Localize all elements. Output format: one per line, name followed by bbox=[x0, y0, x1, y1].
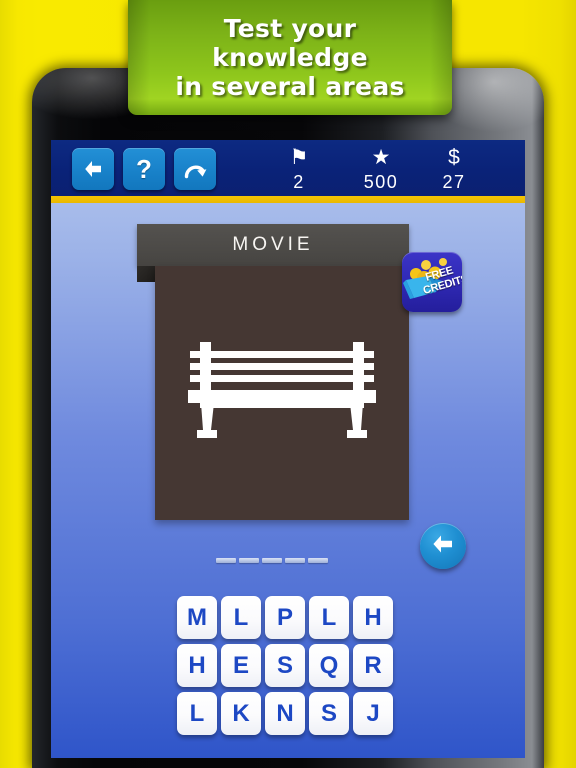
toolbar-accent-divider bbox=[51, 196, 525, 203]
letter-key[interactable]: Q bbox=[309, 644, 349, 687]
promo-shade-left bbox=[128, 0, 150, 115]
key-row: L K N S J bbox=[177, 692, 399, 735]
letter-key[interactable]: L bbox=[177, 692, 217, 735]
letter-key[interactable]: P bbox=[265, 596, 305, 639]
letter-key[interactable]: L bbox=[309, 596, 349, 639]
coin-icon: $ bbox=[448, 146, 460, 169]
promo-banner: Test your knowledge in several areas bbox=[128, 0, 452, 115]
back-button[interactable] bbox=[72, 148, 114, 190]
coin-count: 27 bbox=[442, 172, 466, 192]
letter-key[interactable]: K bbox=[221, 692, 261, 735]
app-screenshot: ? ⚑ 2 ★ 500 $ 27 MOVIE FREE CREDITS M L … bbox=[0, 0, 576, 768]
top-toolbar: ? ⚑ 2 ★ 500 $ 27 bbox=[51, 140, 525, 196]
star-count: 500 bbox=[363, 172, 399, 192]
stat-flags: ⚑ 2 bbox=[264, 146, 334, 193]
stat-coins: $ 27 bbox=[419, 146, 489, 193]
stat-stars: ★ 500 bbox=[346, 146, 416, 193]
coins-box-icon bbox=[402, 258, 462, 312]
redo-arrow-icon bbox=[182, 157, 208, 181]
puzzle-category-header: MOVIE bbox=[137, 224, 409, 266]
letter-key[interactable]: H bbox=[353, 596, 393, 639]
answer-slot[interactable] bbox=[285, 558, 305, 563]
app-screen: ? ⚑ 2 ★ 500 $ 27 MOVIE FREE CREDITS M L … bbox=[51, 140, 525, 758]
letter-keyboard: M L P L H H E S Q R L K N S J bbox=[177, 596, 399, 740]
page-title: MOVIE bbox=[232, 234, 314, 255]
letter-key[interactable]: N bbox=[265, 692, 305, 735]
letter-key[interactable]: S bbox=[309, 692, 349, 735]
question-mark-icon: ? bbox=[136, 154, 152, 184]
answer-slot[interactable] bbox=[262, 558, 282, 563]
letter-key[interactable]: S bbox=[265, 644, 305, 687]
answer-slot[interactable] bbox=[239, 558, 259, 563]
park-bench-icon bbox=[184, 342, 380, 442]
backspace-button[interactable] bbox=[420, 523, 466, 569]
key-row: H E S Q R bbox=[177, 644, 399, 687]
star-icon: ★ bbox=[371, 146, 391, 169]
left-arrow-icon bbox=[430, 532, 456, 561]
answer-slots bbox=[216, 558, 328, 563]
flag-icon: ⚑ bbox=[289, 146, 309, 169]
hint-button[interactable]: ? bbox=[123, 148, 165, 190]
skip-button[interactable] bbox=[174, 148, 216, 190]
left-arrow-icon bbox=[81, 158, 105, 180]
answer-slot[interactable] bbox=[308, 558, 328, 563]
promo-shade-right bbox=[430, 0, 452, 115]
letter-key[interactable]: R bbox=[353, 644, 393, 687]
puzzle-image-panel bbox=[155, 266, 409, 520]
free-credits-button[interactable]: FREE CREDITS bbox=[402, 252, 462, 312]
letter-key[interactable]: L bbox=[221, 596, 261, 639]
promo-banner-text: Test your knowledge in several areas bbox=[175, 14, 405, 101]
key-row: M L P L H bbox=[177, 596, 399, 639]
card-fold-shadow bbox=[137, 266, 155, 282]
letter-key[interactable]: E bbox=[221, 644, 261, 687]
letter-key[interactable]: M bbox=[177, 596, 217, 639]
answer-slot[interactable] bbox=[216, 558, 236, 563]
flag-count: 2 bbox=[293, 172, 305, 192]
letter-key[interactable]: J bbox=[353, 692, 393, 735]
letter-key[interactable]: H bbox=[177, 644, 217, 687]
